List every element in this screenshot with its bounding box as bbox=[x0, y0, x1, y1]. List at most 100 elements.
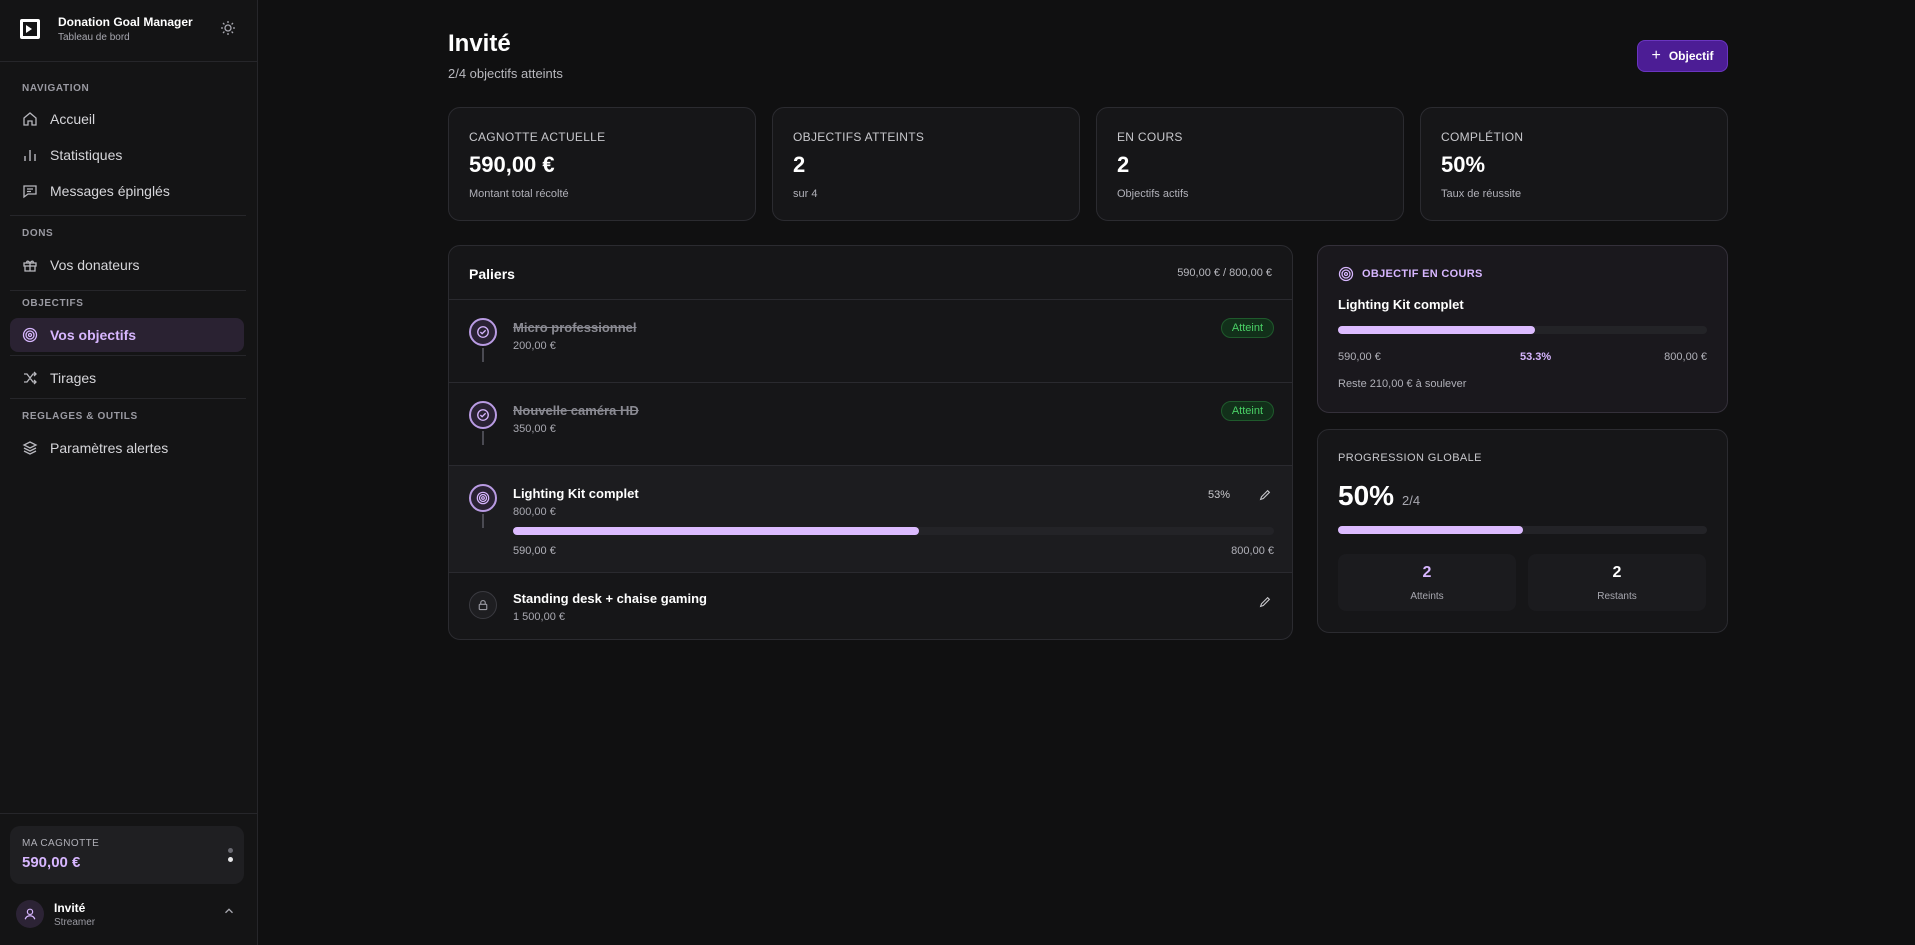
sidebar-item-vos-donateurs[interactable]: Vos donateurs bbox=[10, 248, 244, 282]
tier-row-current[interactable]: Lighting Kit complet 800,00 € 53% 590,00… bbox=[449, 466, 1292, 572]
divider bbox=[10, 355, 246, 356]
plus-icon: + bbox=[1651, 47, 1661, 64]
sidebar-item-label: Paramètres alertes bbox=[50, 440, 169, 456]
home-icon bbox=[22, 111, 38, 127]
wallet-card: MA CAGNOTTE 590,00 € bbox=[10, 826, 244, 884]
section-label-dons: DONS bbox=[22, 228, 54, 239]
target-icon bbox=[1338, 266, 1354, 282]
tier-percent: 53% bbox=[1207, 489, 1230, 501]
tier-row[interactable]: Standing desk + chaise gaming 1 500,00 € bbox=[449, 573, 1292, 639]
divider bbox=[0, 813, 258, 814]
current-goal-to: 800,00 € bbox=[1664, 351, 1707, 363]
target-icon bbox=[469, 484, 497, 512]
tier-name: Nouvelle caméra HD bbox=[513, 403, 639, 418]
edit-pencil-icon[interactable] bbox=[1258, 595, 1272, 609]
tier-amount: 200,00 € bbox=[513, 340, 556, 352]
global-progress-card: PROGRESSION GLOBALE 50% 2/4 2 Atteints 2… bbox=[1317, 429, 1728, 633]
stat-sub: Taux de réussite bbox=[1441, 188, 1522, 200]
wallet-value: 590,00 € bbox=[22, 854, 81, 871]
stat-label: EN COURS bbox=[1117, 130, 1183, 144]
tier-progress-to: 800,00 € bbox=[1231, 545, 1274, 557]
sidebar-item-parametres-alertes[interactable]: Paramètres alertes bbox=[10, 431, 244, 465]
tier-amount: 800,00 € bbox=[513, 506, 556, 518]
tier-name: Lighting Kit complet bbox=[513, 486, 639, 501]
page-title: Invité bbox=[448, 30, 511, 57]
user-icon bbox=[24, 908, 36, 920]
edit-pencil-icon[interactable] bbox=[1258, 488, 1272, 502]
current-goal-percent: 53.3% bbox=[1520, 351, 1552, 363]
stat-value: 2 bbox=[793, 152, 806, 177]
stat-value: 590,00 € bbox=[469, 152, 555, 177]
app-subtitle: Tableau de bord bbox=[58, 32, 130, 43]
add-objective-label: Objectif bbox=[1668, 49, 1714, 63]
stat-label: COMPLÉTION bbox=[1441, 130, 1524, 144]
wallet-label: MA CAGNOTTE bbox=[22, 838, 100, 849]
tier-row[interactable]: Nouvelle caméra HD 350,00 € Atteint bbox=[449, 383, 1292, 465]
current-goal-heading-text: OBJECTIF EN COURS bbox=[1362, 268, 1483, 280]
tier-row[interactable]: Micro professionnel 200,00 € Atteint bbox=[449, 300, 1292, 382]
sidebar-item-accueil[interactable]: Accueil bbox=[10, 102, 244, 136]
user-name: Invité bbox=[54, 901, 86, 915]
current-goal-heading: OBJECTIF EN COURS bbox=[1338, 266, 1483, 282]
global-progress-percent: 50% bbox=[1338, 480, 1395, 511]
global-progress-fill bbox=[1338, 526, 1523, 534]
tier-progress-fill bbox=[513, 527, 919, 535]
status-badge: Atteint bbox=[1220, 318, 1274, 338]
section-label-reglages: REGLAGES & OUTILS bbox=[22, 411, 138, 422]
paliers-panel: Paliers 590,00 € / 800,00 € Micro profes… bbox=[448, 245, 1293, 640]
page-subtitle: 2/4 objectifs atteints bbox=[448, 66, 563, 81]
sidebar-item-label: Vos objectifs bbox=[50, 327, 137, 343]
gift-icon bbox=[22, 257, 38, 273]
paliers-title: Paliers bbox=[469, 266, 515, 282]
stat-card-cagnotte: CAGNOTTE ACTUELLE 590,00 € Montant total… bbox=[448, 107, 756, 221]
avatar bbox=[16, 900, 44, 928]
remaining-label: Restants bbox=[1597, 591, 1637, 602]
sidebar-item-label: Vos donateurs bbox=[50, 257, 140, 273]
theme-toggle-sun-icon[interactable] bbox=[220, 20, 238, 38]
app-logo-icon bbox=[20, 19, 40, 39]
layers-icon bbox=[22, 440, 38, 456]
check-circle-icon bbox=[469, 401, 497, 429]
bar-chart-icon bbox=[22, 147, 38, 163]
tier-connector bbox=[482, 348, 484, 362]
paliers-total: 590,00 € / 800,00 € bbox=[1177, 267, 1272, 279]
user-menu[interactable]: Invité Streamer bbox=[16, 898, 242, 932]
tier-progress-bar bbox=[513, 527, 1274, 535]
stat-label: CAGNOTTE ACTUELLE bbox=[469, 130, 606, 144]
target-icon bbox=[22, 327, 38, 343]
global-progress-fraction: 2/4 bbox=[1402, 493, 1421, 508]
sidebar-item-label: Tirages bbox=[50, 370, 97, 386]
sidebar-item-messages-epingles[interactable]: Messages épinglés bbox=[10, 174, 244, 208]
sidebar-item-tirages[interactable]: Tirages bbox=[10, 361, 244, 395]
divider bbox=[10, 398, 246, 399]
divider bbox=[0, 61, 258, 62]
stat-sub: Montant total récolté bbox=[469, 188, 569, 200]
stat-value: 2 bbox=[1117, 152, 1130, 177]
shuffle-icon bbox=[22, 370, 38, 386]
reached-count: 2 bbox=[1422, 564, 1432, 581]
tier-connector bbox=[482, 431, 484, 445]
sidebar-item-statistiques[interactable]: Statistiques bbox=[10, 138, 244, 172]
stat-sub: sur 4 bbox=[793, 188, 818, 200]
stat-card-completion: COMPLÉTION 50% Taux de réussite bbox=[1420, 107, 1728, 221]
stat-card-en-cours: EN COURS 2 Objectifs actifs bbox=[1096, 107, 1404, 221]
message-icon bbox=[22, 183, 38, 199]
divider bbox=[10, 290, 246, 291]
current-goal-progress-fill bbox=[1338, 326, 1535, 334]
stat-value: 50% bbox=[1441, 152, 1486, 177]
divider bbox=[10, 215, 246, 216]
global-progress-label: PROGRESSION GLOBALE bbox=[1338, 452, 1482, 464]
tier-amount: 1 500,00 € bbox=[513, 611, 565, 623]
sidebar: Donation Goal Manager Tableau de bord NA… bbox=[0, 0, 258, 945]
user-role: Streamer bbox=[54, 917, 96, 928]
chevron-up-icon[interactable] bbox=[222, 904, 236, 918]
stat-label: OBJECTIFS ATTEINTS bbox=[793, 130, 925, 144]
stat-sub: Objectifs actifs bbox=[1117, 188, 1189, 200]
brand[interactable]: Donation Goal Manager Tableau de bord bbox=[20, 14, 246, 54]
current-goal-name: Lighting Kit complet bbox=[1338, 297, 1464, 312]
sidebar-item-vos-objectifs[interactable]: Vos objectifs bbox=[10, 318, 244, 352]
app-title: Donation Goal Manager bbox=[58, 15, 193, 29]
sidebar-item-label: Messages épinglés bbox=[50, 183, 170, 199]
current-goal-remaining: Reste 210,00 € à soulever bbox=[1338, 378, 1467, 390]
add-objective-button[interactable]: + Objectif bbox=[1637, 40, 1728, 72]
